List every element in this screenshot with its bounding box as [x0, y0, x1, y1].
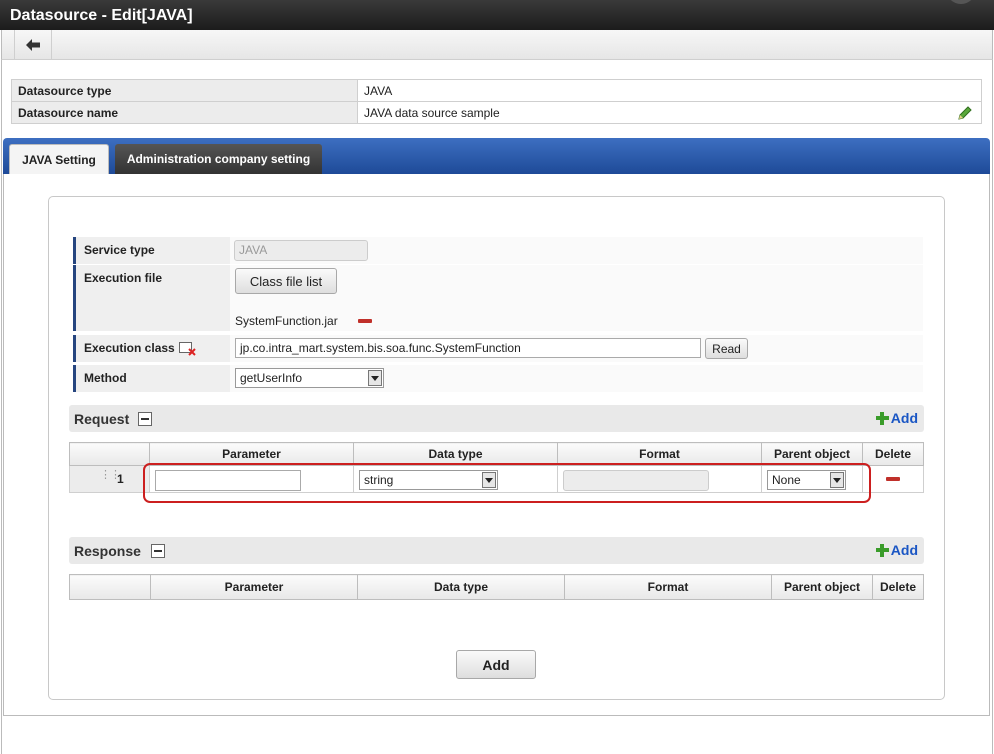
- plus-icon: [875, 411, 889, 425]
- pencil-edit-icon[interactable]: [957, 105, 973, 124]
- response-add-link[interactable]: Add: [875, 542, 918, 558]
- row-index: 1: [117, 472, 124, 486]
- execution-class-value-cell: jp.co.intra_mart.system.bis.soa.func.Sys…: [230, 335, 923, 362]
- request-add-link[interactable]: Add: [875, 410, 918, 426]
- class-file-list-button[interactable]: Class file list: [235, 268, 337, 294]
- plus-icon: [875, 543, 889, 557]
- column-header-delete: Delete: [872, 574, 924, 600]
- tab-administration-company-setting[interactable]: Administration company setting: [115, 144, 322, 174]
- highlight-annotation: [143, 463, 871, 503]
- request-add-label: Add: [890, 410, 918, 426]
- remove-file-icon[interactable]: [358, 319, 372, 323]
- clear-class-icon[interactable]: [179, 342, 197, 356]
- chevron-down-icon: [368, 370, 382, 386]
- execution-file-value-cell: Class file list SystemFunction.jar: [230, 265, 923, 331]
- delete-cell: [862, 465, 924, 493]
- datasource-name-value: JAVA data source sample: [364, 105, 500, 120]
- response-add-label: Add: [890, 542, 918, 558]
- row-handle-cell: ⋮⋮ 1: [69, 465, 150, 493]
- response-table: Parameter Data type Format Parent object…: [69, 574, 924, 600]
- method-label: Method: [73, 365, 229, 392]
- execution-file-row: Execution file Class file list SystemFun…: [73, 265, 923, 331]
- window-orb-icon: [946, 0, 976, 4]
- method-select-value: getUserInfo: [240, 371, 303, 385]
- minus-icon: [141, 418, 149, 420]
- column-header-parameter: Parameter: [150, 574, 358, 600]
- datasource-type-label: Datasource type: [11, 79, 358, 102]
- window-title: Datasource - Edit[JAVA]: [10, 7, 193, 24]
- column-header-format: Format: [564, 574, 772, 600]
- request-section-header: Request Add: [69, 405, 924, 432]
- row-handle-header: [69, 574, 151, 600]
- datasource-info-table: Datasource type JAVA Datasource name JAV…: [11, 79, 982, 124]
- row-handle-header: [69, 442, 150, 466]
- datasource-type-value: JAVA: [357, 79, 982, 102]
- info-row-type: Datasource type JAVA: [11, 79, 982, 102]
- execution-file-label: Execution file: [73, 265, 229, 331]
- execution-class-row: Execution class jp.co.intra_mart.system.…: [73, 335, 923, 362]
- arrow-left-icon: [26, 38, 40, 51]
- execution-class-label-text: Execution class: [84, 341, 175, 355]
- response-title: Response: [74, 543, 141, 559]
- minus-icon: [154, 550, 162, 552]
- execution-class-label: Execution class: [73, 335, 229, 362]
- method-value-cell: getUserInfo: [230, 365, 923, 392]
- info-row-name: Datasource name JAVA data source sample: [11, 101, 982, 124]
- execution-class-input[interactable]: jp.co.intra_mart.system.bis.soa.func.Sys…: [235, 338, 701, 358]
- back-button[interactable]: [14, 30, 52, 59]
- column-header-data-type: Data type: [357, 574, 565, 600]
- service-type-value-cell: JAVA: [230, 237, 923, 264]
- column-header-delete: Delete: [862, 442, 924, 466]
- execution-file-name: SystemFunction.jar: [235, 314, 338, 328]
- column-header-parent-object: Parent object: [771, 574, 873, 600]
- request-collapse-button[interactable]: [138, 412, 152, 426]
- tab-java-setting[interactable]: JAVA Setting: [9, 144, 109, 174]
- datasource-name-label: Datasource name: [11, 101, 358, 124]
- delete-row-icon[interactable]: [886, 477, 900, 481]
- request-title: Request: [74, 411, 130, 427]
- add-button[interactable]: Add: [456, 650, 536, 679]
- method-select[interactable]: getUserInfo: [235, 368, 384, 388]
- datasource-name-cell: JAVA data source sample: [357, 101, 982, 124]
- service-type-row: Service type JAVA: [73, 237, 923, 264]
- window-title-bar: Datasource - Edit[JAVA]: [0, 0, 994, 30]
- response-section-header: Response Add: [69, 537, 924, 564]
- tab-bar: JAVA Setting Administration company sett…: [3, 138, 990, 174]
- method-row: Method getUserInfo: [73, 365, 923, 392]
- response-header-row: Parameter Data type Format Parent object…: [69, 574, 924, 600]
- toolbar: [1, 30, 993, 60]
- response-collapse-button[interactable]: [151, 544, 165, 558]
- service-type-label: Service type: [73, 237, 229, 264]
- service-type-field: JAVA: [234, 240, 368, 261]
- read-button[interactable]: Read: [705, 338, 748, 359]
